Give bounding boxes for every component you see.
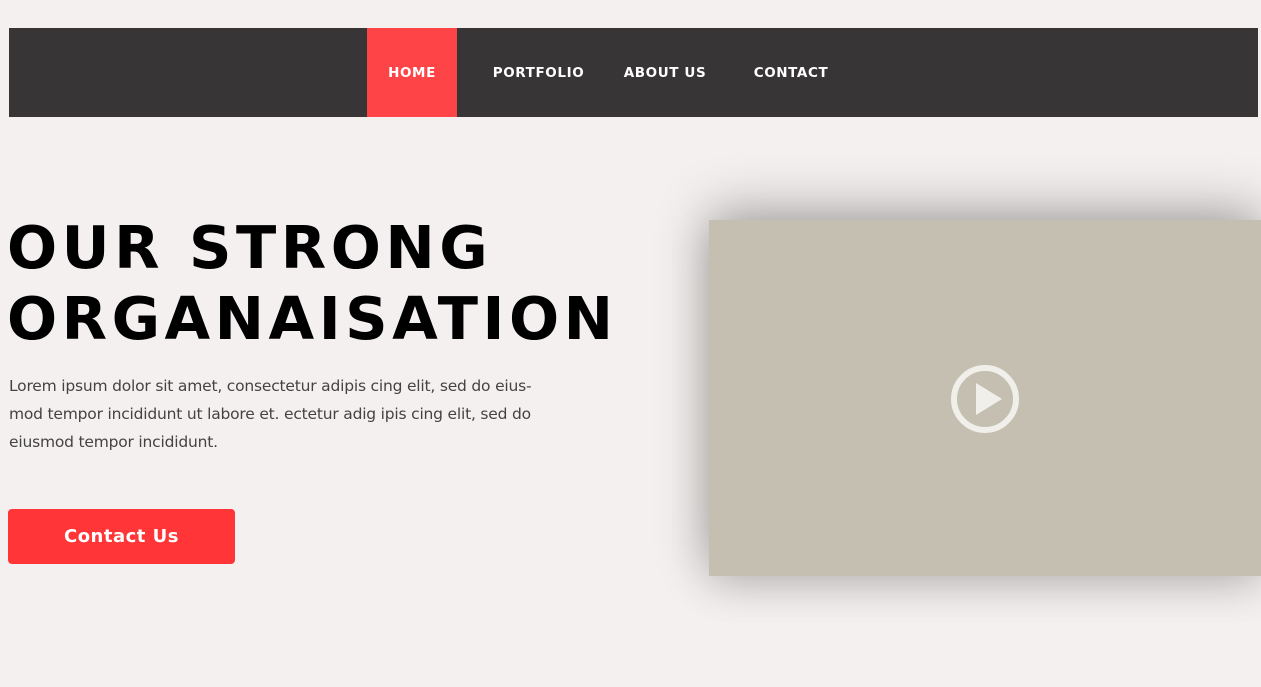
nav-item-about-us[interactable]: ABOUT US <box>617 28 713 117</box>
video-player[interactable] <box>709 220 1261 576</box>
main-navbar: HOME PORTFOLIO ABOUT US CONTACT <box>9 28 1258 117</box>
nav-item-contact[interactable]: CONTACT <box>746 28 836 117</box>
hero-title-line-1: OUR STRONG <box>7 213 493 282</box>
hero-title-line-2: ORGANAISATION <box>7 284 618 353</box>
contact-us-button[interactable]: Contact Us <box>8 509 235 564</box>
hero-description: Lorem ipsum dolor sit amet, consectetur … <box>9 377 532 451</box>
nav-item-home[interactable]: HOME <box>367 28 457 117</box>
hero-title: OUR STRONG ORGANAISATION <box>7 212 617 354</box>
play-circle-icon[interactable] <box>950 364 1020 434</box>
page: HOME PORTFOLIO ABOUT US CONTACT OUR STRO… <box>0 0 1261 687</box>
nav-item-portfolio[interactable]: PORTFOLIO <box>487 28 590 117</box>
